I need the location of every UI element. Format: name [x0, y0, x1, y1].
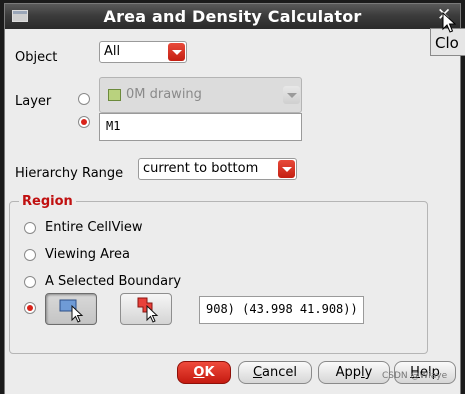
watermark: CSDN @Wiaye	[382, 371, 448, 381]
layer-combo-radio[interactable]	[78, 93, 90, 105]
cancel-mnemonic: C	[252, 365, 263, 380]
ok-label-rest: K	[204, 365, 215, 380]
ok-button[interactable]: OK	[177, 361, 231, 384]
ok-mnemonic: O	[193, 365, 205, 380]
hierarchy-range-select[interactable]: current to bottom	[138, 158, 297, 180]
entire-cellview-label: Entire CellView	[45, 220, 143, 235]
polygon-select-icon	[137, 297, 159, 323]
custom-region-radio[interactable]	[24, 302, 36, 314]
object-select[interactable]: All	[99, 41, 187, 63]
region-title: Region	[19, 194, 76, 209]
cancel-label-rest: ancel	[262, 365, 298, 380]
object-label: Object	[15, 50, 58, 65]
layer-label: Layer	[15, 94, 52, 109]
apply-button[interactable]: Apply	[318, 361, 390, 384]
layer-input[interactable]: M1	[99, 113, 302, 141]
layer-select-value: 0M drawing	[126, 87, 202, 102]
selected-boundary-label: A Selected Boundary	[45, 274, 182, 289]
apply-label-rest: y	[364, 365, 373, 380]
hierarchy-range-label: Hierarchy Range	[15, 166, 124, 181]
chevron-down-icon[interactable]	[168, 43, 185, 61]
hierarchy-range-value: current to bottom	[143, 161, 259, 176]
rectangle-select-button[interactable]	[45, 293, 97, 325]
chevron-down-icon[interactable]	[278, 160, 295, 178]
selected-boundary-radio[interactable]	[24, 276, 36, 288]
layer-swatch-icon	[108, 89, 121, 101]
title-bar: Area and Density Calculator ✕	[5, 4, 460, 29]
chevron-down-icon[interactable]	[283, 86, 300, 104]
apply-label-pre: App	[335, 365, 362, 380]
viewing-area-label: Viewing Area	[45, 247, 131, 262]
layer-text-radio[interactable]	[78, 116, 90, 128]
object-select-value: All	[104, 44, 121, 59]
mouse-cursor-icon	[442, 12, 456, 33]
cancel-button[interactable]: Cancel	[238, 361, 312, 384]
region-coordinates-input[interactable]: 908) (43.998 41.908))	[199, 296, 364, 324]
rectangle-select-icon	[59, 299, 84, 323]
entire-cellview-radio[interactable]	[24, 222, 36, 234]
viewing-area-radio[interactable]	[24, 249, 36, 261]
layer-select[interactable]: 0M drawing	[99, 77, 302, 113]
polygon-select-button[interactable]	[120, 293, 172, 325]
window-title: Area and Density Calculator	[103, 7, 362, 26]
area-density-dialog: Area and Density Calculator ✕ Object All…	[4, 3, 461, 394]
